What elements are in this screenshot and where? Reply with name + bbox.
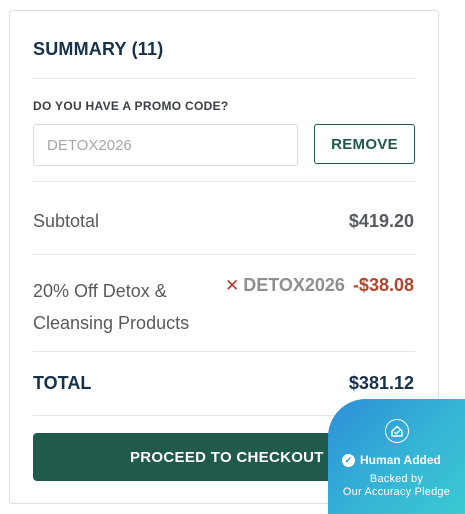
badge-subtitle-line2: Our Accuracy Pledge bbox=[342, 486, 451, 498]
summary-title: SUMMARY (11) bbox=[33, 39, 164, 59]
divider bbox=[33, 181, 415, 182]
divider bbox=[33, 351, 415, 352]
promo-code-input[interactable] bbox=[33, 124, 298, 166]
discount-code: DETOX2026 bbox=[243, 275, 345, 295]
badge-title: ✓ Human Added bbox=[342, 453, 441, 467]
badge-subtitle-line1: Backed by bbox=[369, 473, 424, 485]
check-circle-icon: ✓ bbox=[342, 453, 355, 467]
discount-label: 20% Off Detox & Cleansing Products bbox=[33, 281, 190, 333]
remove-promo-button[interactable]: REMOVE bbox=[314, 124, 415, 164]
discount-amount: -$38.08 bbox=[352, 275, 414, 295]
subtotal-label: Subtotal bbox=[33, 211, 100, 231]
close-icon[interactable]: ✕ bbox=[225, 276, 239, 296]
divider bbox=[33, 254, 415, 255]
divider bbox=[33, 78, 415, 79]
subtotal-value: $419.20 bbox=[348, 211, 414, 231]
home-shield-icon bbox=[385, 419, 409, 443]
discount-details: ✕ DETOX2026 -$38.08 bbox=[225, 275, 414, 296]
total-label: TOTAL bbox=[33, 373, 92, 393]
total-value: $381.12 bbox=[348, 373, 414, 393]
accuracy-pledge-badge[interactable]: ✓ Human Added Backed by Our Accuracy Ple… bbox=[328, 399, 465, 514]
badge-title-text: Human Added bbox=[360, 453, 441, 467]
promo-code-label: DO YOU HAVE A PROMO CODE? bbox=[33, 99, 229, 113]
